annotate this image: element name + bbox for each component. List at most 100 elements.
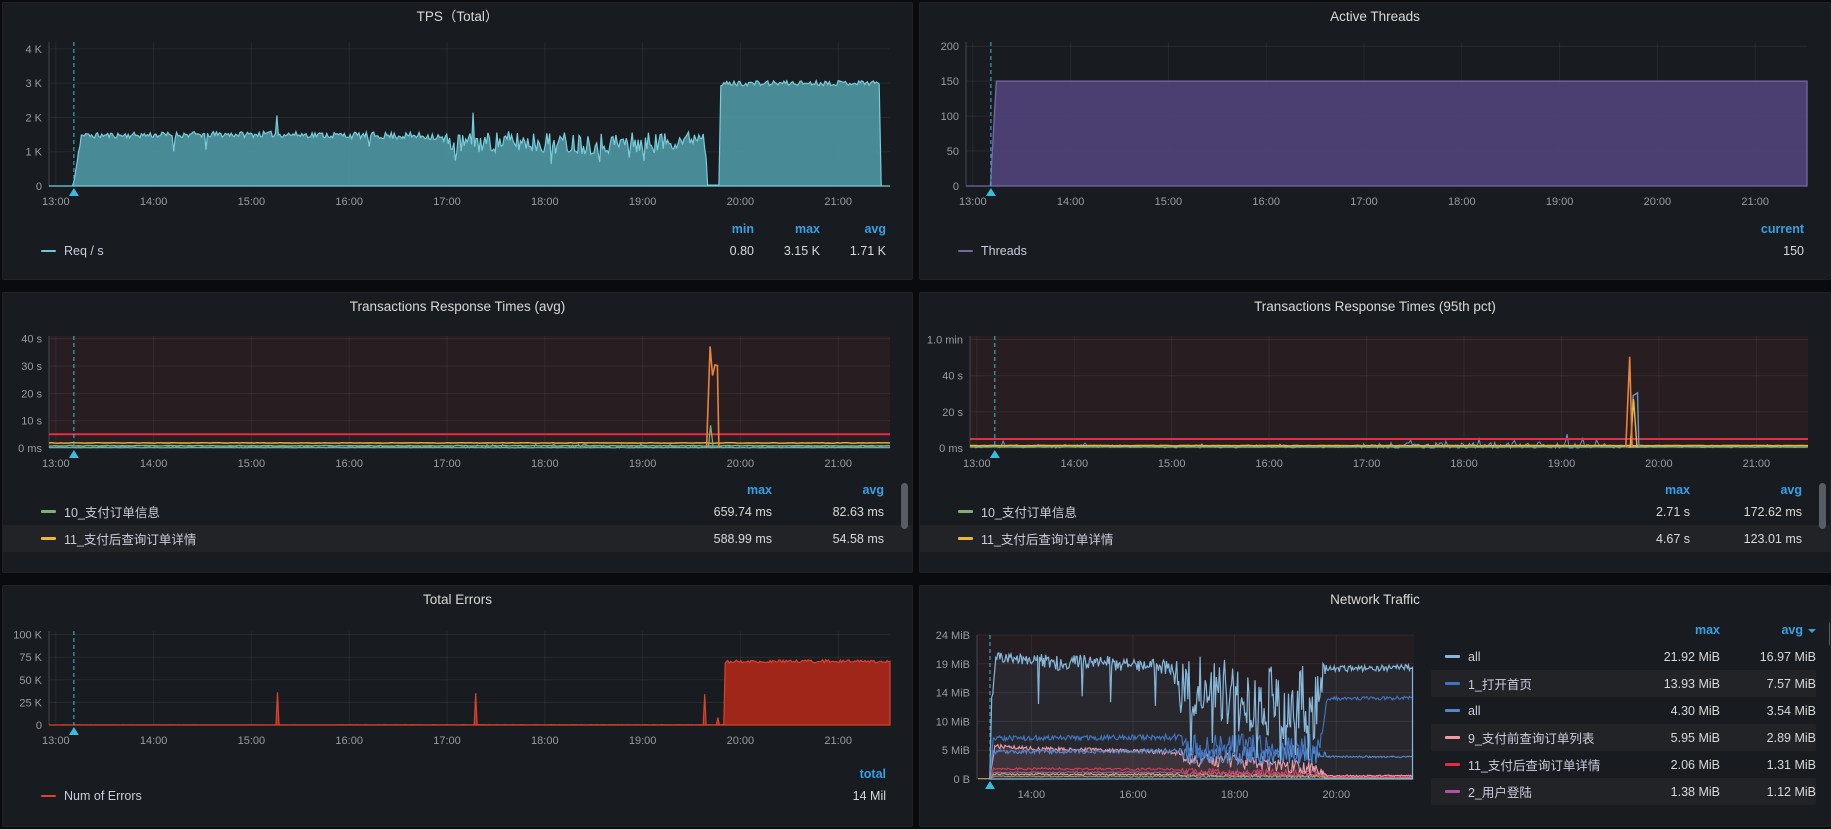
x-axis-label: 21:00 — [824, 196, 852, 208]
series-label[interactable]: all — [1468, 704, 1481, 718]
max-value: 4.30 MiB — [1624, 704, 1720, 718]
x-axis-label: 18:00 — [531, 196, 559, 208]
panel-title-network-traffic[interactable]: Network Traffic — [920, 586, 1830, 611]
response-avg-chart[interactable]: 13:0014:0015:0016:0017:0018:0019:0020:00… — [3, 318, 913, 478]
y-axis-label: 4 K — [25, 44, 42, 56]
series-label[interactable]: 11_支付后查询订单详情 — [981, 529, 1113, 548]
x-axis-label: 13:00 — [963, 458, 991, 470]
series-11_支付后查询订单详情 — [49, 443, 890, 444]
sort-caret-down-icon — [1808, 629, 1816, 633]
panel-title-response-avg[interactable]: Transactions Response Times (avg) — [3, 293, 912, 318]
y-axis-label: 14 MiB — [936, 688, 970, 700]
max-value: 659.74 ms — [660, 505, 772, 519]
annotation-marker[interactable] — [985, 781, 995, 789]
y-axis-label: 10 MiB — [936, 716, 970, 728]
panel-title-active-threads[interactable]: Active Threads — [920, 3, 1830, 28]
sort-avg-header[interactable]: avg — [1690, 482, 1802, 498]
series-color-dash — [1445, 682, 1460, 685]
threads-chart[interactable]: 13:0014:0015:0016:0017:0018:0019:0020:00… — [920, 28, 1831, 218]
max-value: 4.67 s — [1578, 532, 1690, 546]
legend-row: all 4.30 MiB 3.54 MiB — [1431, 697, 1816, 724]
x-axis-label: 13:00 — [42, 735, 70, 747]
legend-values: 21.92 MiB 16.97 MiB — [1624, 650, 1816, 664]
x-axis-label: 18:00 — [531, 735, 559, 747]
panel-title-response-95pct[interactable]: Transactions Response Times (95th pct) — [920, 293, 1830, 318]
sort-avg-header[interactable]: avg — [1720, 621, 1816, 639]
series-label[interactable]: 9_支付前查询订单列表 — [1468, 728, 1594, 747]
legend-values: 2.06 MiB 1.31 MiB — [1624, 758, 1816, 772]
tps-legend: min max avg Req / s 0.80 3.15 K 1.71 K — [3, 218, 912, 264]
threads-legend-headers: current — [958, 221, 1804, 238]
y-axis-label: 3 K — [25, 78, 42, 90]
annotation-marker[interactable] — [990, 450, 1000, 458]
sort-total-header[interactable]: total — [820, 766, 886, 783]
network-chart[interactable]: 14:0016:0018:0020:000 B5 MiB10 MiB14 MiB… — [920, 619, 1425, 807]
sort-max-header[interactable]: max — [660, 482, 772, 498]
annotation-marker[interactable] — [69, 450, 79, 458]
series-label[interactable]: Num of Errors — [64, 789, 142, 803]
y-axis-label: 10 s — [21, 416, 42, 428]
series-Threads — [966, 81, 1807, 186]
series-label[interactable]: 11_支付后查询订单详情 — [1468, 755, 1600, 774]
y-axis-label: 1 K — [25, 147, 42, 159]
legend-scrollbar[interactable] — [1819, 483, 1826, 529]
series-label[interactable]: 10_支付订单信息 — [981, 502, 1077, 521]
series-label[interactable]: 2_用户登陆 — [1468, 782, 1532, 801]
y-axis-label: 0 ms — [18, 443, 42, 455]
annotation-marker[interactable] — [69, 727, 79, 735]
x-axis-label: 17:00 — [1350, 196, 1378, 208]
sort-avg-header[interactable]: avg — [820, 221, 886, 238]
sort-max-header[interactable]: max — [1624, 621, 1720, 639]
sort-max-header[interactable]: max — [1578, 482, 1690, 498]
x-axis-label: 19:00 — [629, 735, 657, 747]
threads-legend: current Threads 150 — [920, 218, 1830, 264]
y-axis-label: 50 — [947, 146, 959, 158]
x-axis-label: 17:00 — [433, 196, 461, 208]
series-color-dash — [41, 795, 56, 798]
min-value: 0.80 — [688, 244, 754, 258]
annotation-marker[interactable] — [69, 188, 79, 196]
response-95pct-chart[interactable]: 13:0014:0015:0016:0017:0018:0019:0020:00… — [920, 318, 1831, 478]
x-axis-label: 17:00 — [1353, 458, 1381, 470]
y-axis-label: 19 MiB — [936, 659, 970, 671]
x-axis-label: 19:00 — [629, 458, 657, 470]
x-axis-label: 18:00 — [1450, 458, 1478, 470]
sort-current-header[interactable]: current — [1738, 221, 1804, 238]
x-axis-label: 13:00 — [959, 196, 987, 208]
series-11_支付后查询订单详情 — [970, 445, 1808, 446]
tps-chart[interactable]: 13:0014:0015:0016:0017:0018:0019:0020:00… — [3, 28, 913, 218]
x-axis-label: 18:00 — [1448, 196, 1476, 208]
legend-row: 11_支付后查询订单详情 588.99 ms 54.58 ms — [3, 525, 912, 552]
sort-avg-header[interactable]: avg — [772, 482, 884, 498]
annotation-marker[interactable] — [986, 188, 996, 196]
errors-legend: total Num of Errors 14 Mil — [3, 763, 912, 809]
panel-title-tps[interactable]: TPS（Total） — [3, 3, 912, 28]
sort-min-header[interactable]: min — [688, 221, 754, 238]
x-axis-label: 13:00 — [42, 458, 70, 470]
legend-values: 4.67 s 123.01 ms — [1578, 532, 1802, 546]
series-label[interactable]: Req / s — [64, 244, 104, 258]
legend-scrollbar[interactable] — [901, 483, 908, 529]
total-errors-chart[interactable]: 13:0014:0015:0016:0017:0018:0019:0020:00… — [3, 611, 913, 763]
y-axis-label: 100 K — [13, 630, 42, 642]
x-axis-label: 21:00 — [1743, 458, 1771, 470]
response-95pct-legend-headers: max avg — [920, 478, 1830, 498]
sort-max-header[interactable]: max — [754, 221, 820, 238]
series-label[interactable]: 1_打开首页 — [1468, 674, 1532, 693]
panel-total-errors: Total Errors 13:0014:0015:0016:0017:0018… — [2, 585, 913, 827]
y-axis-label: 0 — [953, 181, 959, 193]
panel-title-total-errors[interactable]: Total Errors — [3, 586, 912, 611]
avg-value: 16.97 MiB — [1720, 650, 1816, 664]
series-color-dash — [41, 537, 56, 540]
series-color-dash — [1445, 790, 1460, 793]
series-color-dash — [958, 537, 973, 540]
series-label[interactable]: 11_支付后查询订单详情 — [64, 529, 196, 548]
y-axis-label: 40 s — [21, 334, 42, 346]
legend-values: 150 — [1738, 244, 1804, 258]
avg-value: 2.89 MiB — [1720, 731, 1816, 745]
x-axis-label: 15:00 — [1158, 458, 1186, 470]
x-axis-label: 16:00 — [1252, 196, 1280, 208]
series-label[interactable]: 10_支付订单信息 — [64, 502, 160, 521]
series-label[interactable]: all — [1468, 650, 1481, 664]
series-label[interactable]: Threads — [981, 244, 1027, 258]
